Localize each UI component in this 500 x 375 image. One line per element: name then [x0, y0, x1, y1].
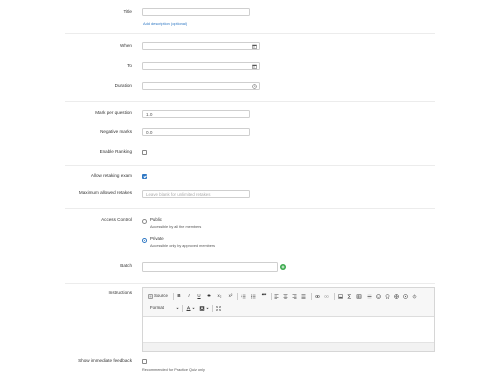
calendar-icon[interactable]	[252, 64, 257, 69]
bold-button[interactable]: B	[176, 293, 182, 299]
chevron-down-icon[interactable]	[176, 307, 179, 310]
source-button[interactable]: Source	[154, 293, 168, 299]
max-retakes-input[interactable]: Leave blank for unlimited retakes	[142, 190, 250, 198]
bulleted-list-icon[interactable]	[251, 294, 256, 299]
allow-retaking-checkbox[interactable]	[142, 174, 147, 179]
mark-per-question-label: Mark per question	[95, 110, 132, 115]
max-retakes-label: Maximum allowed retakes	[78, 190, 132, 195]
chevron-down-icon[interactable]	[192, 307, 195, 310]
add-description-link[interactable]: Add description (optional)	[143, 21, 187, 26]
divider	[65, 165, 435, 166]
public-option-title: Public	[150, 217, 162, 222]
toolbar-separator	[182, 305, 183, 312]
negative-marks-label: Negative marks	[100, 129, 132, 134]
public-radio[interactable]	[142, 219, 147, 224]
embed-icon[interactable]	[403, 294, 408, 299]
private-option-title: Private	[150, 236, 164, 241]
maximize-icon[interactable]	[216, 306, 221, 311]
duration-input[interactable]	[142, 82, 260, 90]
link-icon[interactable]	[315, 294, 320, 299]
italic-button[interactable]: I	[186, 293, 192, 299]
batch-label: Batch	[120, 263, 132, 268]
source-icon[interactable]	[148, 294, 153, 299]
title-input[interactable]	[142, 8, 250, 16]
calendar-icon[interactable]	[252, 44, 257, 49]
toolbar-separator	[271, 293, 272, 300]
table-icon[interactable]	[356, 294, 362, 299]
clock-icon[interactable]	[252, 84, 257, 89]
align-left-icon[interactable]	[274, 294, 279, 299]
background-color-icon[interactable]	[199, 306, 205, 311]
when-input[interactable]	[142, 42, 260, 50]
toolbar-separator	[212, 305, 213, 312]
negative-marks-input[interactable]: 0.0	[142, 128, 250, 136]
numbered-list-icon[interactable]	[241, 294, 246, 299]
horizontal-line-icon[interactable]	[367, 294, 372, 299]
show-feedback-hint: Recommended for Practice Quiz only	[142, 368, 205, 372]
show-feedback-checkbox[interactable]	[142, 359, 147, 364]
toolbar-separator	[237, 293, 238, 300]
superscript-button[interactable]: x²	[227, 293, 234, 299]
align-right-icon[interactable]	[292, 294, 297, 299]
access-control-label: Access Control	[101, 217, 132, 222]
format-dropdown[interactable]: Format	[150, 305, 164, 311]
video-icon[interactable]	[412, 294, 417, 299]
to-label: To	[127, 63, 132, 68]
underline-button[interactable]: U	[196, 293, 202, 299]
rich-text-editor[interactable]: Source B I U S x₂ x² ❝❞ Format	[142, 287, 435, 352]
iframe-icon[interactable]	[394, 294, 399, 299]
align-center-icon[interactable]	[283, 294, 288, 299]
chevron-down-icon[interactable]	[206, 307, 209, 310]
image-icon[interactable]	[338, 294, 343, 299]
private-radio[interactable]	[142, 238, 147, 243]
text-color-icon[interactable]	[186, 306, 191, 311]
instructions-label: Instructions	[108, 290, 133, 295]
editor-status-bar	[143, 342, 434, 351]
when-label: When	[119, 43, 132, 48]
divider	[65, 283, 435, 284]
subscript-button[interactable]: x₂	[216, 293, 223, 299]
title-label: Title	[123, 9, 132, 14]
unlink-icon[interactable]	[324, 294, 329, 299]
plus-circle-icon[interactable]	[280, 264, 286, 270]
toolbar-separator	[173, 293, 174, 300]
blockquote-button[interactable]: ❝❞	[260, 293, 268, 299]
to-input[interactable]	[142, 62, 260, 70]
private-option-desc: Accessible only by approved members	[150, 244, 215, 248]
show-feedback-label: Show immediate feedback	[78, 358, 132, 363]
strikethrough-button[interactable]: S	[206, 293, 212, 299]
allow-retaking-label: Allow retaking exam	[90, 173, 132, 178]
divider	[65, 101, 435, 102]
emoji-icon[interactable]	[376, 294, 381, 299]
special-char-icon[interactable]	[385, 294, 390, 299]
duration-label: Duration	[114, 83, 132, 88]
formula-icon[interactable]	[347, 294, 352, 299]
toolbar-separator	[311, 293, 312, 300]
mark-per-question-input[interactable]: 1.0	[142, 110, 250, 118]
public-option-desc: Accessible by all the members	[150, 225, 202, 229]
enable-ranking-checkbox[interactable]	[142, 150, 147, 155]
batch-input[interactable]	[142, 262, 278, 272]
enable-ranking-label: Enable Ranking	[99, 149, 132, 154]
toolbar-separator	[334, 293, 335, 300]
align-justify-icon[interactable]	[301, 294, 306, 299]
divider	[65, 33, 435, 34]
divider	[65, 208, 435, 209]
